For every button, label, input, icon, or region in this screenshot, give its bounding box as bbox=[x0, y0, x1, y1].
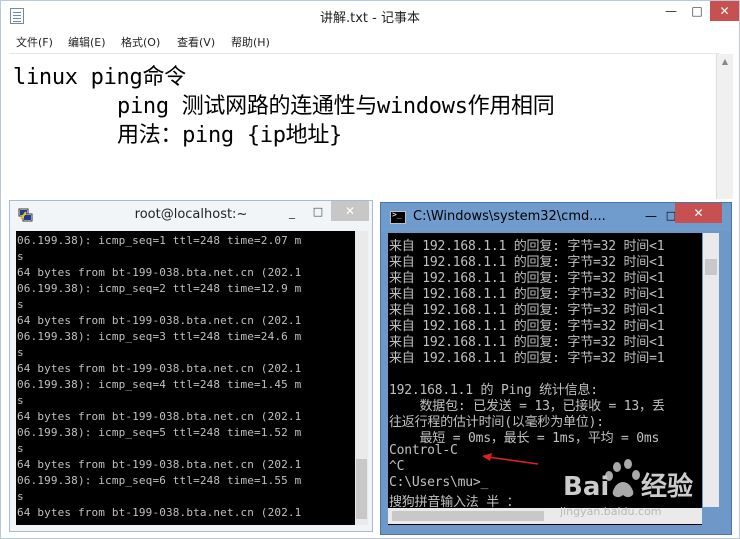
cmd-titlebar[interactable]: C:\Windows\system32\cmd.... — □ ✕ bbox=[381, 203, 731, 231]
terminal-line: 来自 192.168.1.1 的回复: 字节=32 时间=1 bbox=[389, 351, 665, 366]
close-button[interactable]: ✕ bbox=[710, 1, 739, 21]
terminal-line: Control-C bbox=[389, 443, 458, 458]
svg-text:Bai: Bai bbox=[563, 472, 609, 502]
menu-view[interactable]: 查看(V) bbox=[177, 34, 215, 50]
scrollbar-thumb[interactable] bbox=[705, 259, 717, 275]
terminal-line: 64 bytes from bt-199-038.bta.net.cn (202… bbox=[17, 458, 302, 471]
editor-line: ping 测试网路的连通性与windows作用相同 bbox=[117, 94, 555, 119]
scroll-up-icon[interactable]: ▲ bbox=[717, 54, 733, 70]
annotation-arrow bbox=[482, 453, 539, 465]
vertical-scrollbar[interactable] bbox=[355, 231, 368, 525]
maximize-button[interactable]: □ bbox=[684, 1, 710, 21]
terminal-line: 64 bytes from bt-199-038.bta.net.cn (202… bbox=[17, 410, 302, 423]
terminal-line: s bbox=[17, 346, 24, 359]
svg-text:经验: 经验 bbox=[641, 471, 693, 502]
terminal-line: s bbox=[17, 298, 24, 311]
maximize-button[interactable]: □ bbox=[306, 203, 330, 221]
terminal-line: 64 bytes from bt-199-038.bta.net.cn (202… bbox=[17, 362, 302, 375]
editor-line: 用法：ping {ip地址} bbox=[117, 123, 343, 148]
terminal-line: ^C bbox=[389, 459, 405, 474]
window-title: C:\Windows\system32\cmd.... bbox=[413, 209, 606, 224]
menu-format[interactable]: 格式(O) bbox=[121, 34, 160, 50]
terminal-line: 06.199.38): icmp_seq=3 ttl=248 time=24.6… bbox=[17, 330, 302, 343]
baidu-watermark-logo: Bai 经验 bbox=[563, 459, 693, 502]
terminal-line: s bbox=[17, 250, 24, 263]
terminal-line: 06.199.38): icmp_seq=1 ttl=248 time=2.07… bbox=[17, 234, 302, 247]
menu-file[interactable]: 文件(F) bbox=[16, 34, 53, 50]
minimize-button[interactable]: — bbox=[639, 207, 663, 225]
terminal-line: 64 bytes from bt-199-038.bta.net.cn (202… bbox=[17, 266, 302, 279]
text-editor[interactable]: linux ping命令 ping 测试网路的连通性与windows作用相同 用… bbox=[9, 53, 719, 201]
vertical-scrollbar[interactable]: ▲ bbox=[716, 54, 733, 199]
menu-edit[interactable]: 编辑(E) bbox=[68, 34, 106, 50]
notepad-titlebar[interactable]: 讲解.txt - 记事本 — □ ✕ bbox=[1, 1, 739, 31]
terminal-line: s bbox=[17, 442, 24, 455]
close-button[interactable]: ✕ bbox=[331, 201, 369, 221]
terminal-line: 06.199.38): icmp_seq=5 ttl=248 time=1.52… bbox=[17, 426, 302, 439]
watermark-caption: jingyan.baidu.com bbox=[560, 505, 662, 518]
editor-line: linux ping命令 bbox=[13, 65, 186, 90]
menu-help[interactable]: 帮助(H) bbox=[231, 34, 270, 50]
terminal-line: s bbox=[17, 490, 24, 503]
terminal-output[interactable]: 06.199.38): icmp_seq=1 ttl=248 time=2.07… bbox=[16, 231, 355, 525]
terminal-line: C:\Users\mu>_ bbox=[389, 475, 489, 490]
close-button[interactable]: ✕ bbox=[675, 203, 722, 223]
putty-titlebar[interactable]: root@localhost:~ _ □ ✕ bbox=[10, 201, 372, 229]
terminal-line: 06.199.38): icmp_seq=6 ttl=248 time=1.55… bbox=[17, 474, 302, 487]
console-icon bbox=[390, 210, 406, 224]
terminal-line: s bbox=[17, 394, 24, 407]
minimize-button[interactable]: _ bbox=[280, 203, 304, 221]
window-title: 讲解.txt - 记事本 bbox=[320, 11, 420, 26]
terminal-line: 06.199.38): icmp_seq=2 ttl=248 time=12.9… bbox=[17, 282, 302, 295]
scrollbar-thumb[interactable] bbox=[392, 511, 544, 521]
terminal-line: 06.199.38): icmp_seq=4 ttl=248 time=1.45… bbox=[17, 378, 302, 391]
scrollbar-thumb[interactable] bbox=[356, 459, 367, 519]
menu-bar: 文件(F) 编辑(E) 格式(O) 查看(V) 帮助(H) bbox=[1, 31, 739, 51]
terminal-line: 64 bytes from bt-199-038.bta.net.cn (202… bbox=[17, 314, 302, 327]
terminal-line: 64 bytes from bt-199-038.bta.net.cn (202… bbox=[17, 506, 302, 519]
minimize-button[interactable]: — bbox=[658, 1, 684, 21]
putty-window: root@localhost:~ _ □ ✕ 06.199.38): icmp_… bbox=[9, 200, 373, 532]
